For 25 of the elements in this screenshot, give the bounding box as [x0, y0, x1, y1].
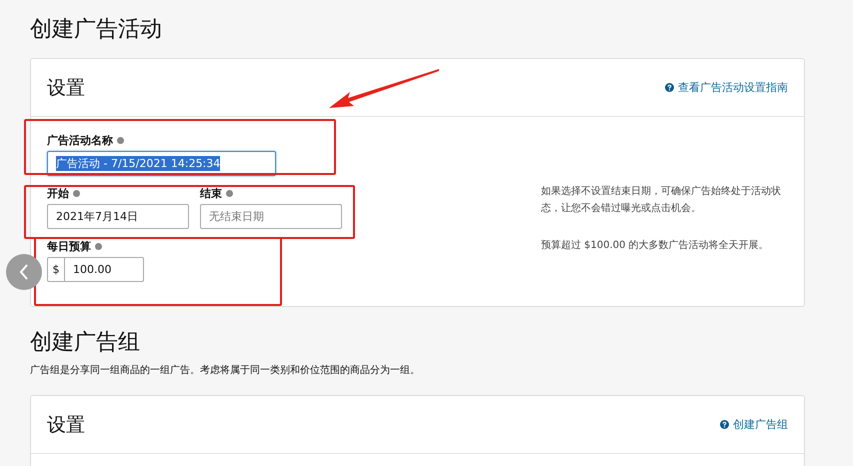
- field-label: 结束: [200, 186, 222, 201]
- card-title: 设置: [47, 76, 85, 100]
- chevron-left-icon: [19, 264, 29, 280]
- card-title: 设置: [47, 412, 85, 438]
- start-date-field[interactable]: 2021年7月14日: [47, 204, 189, 229]
- section-description: 广告组是分享同一组商品的一组广告。考虑将属于同一类别和价位范围的商品分为一组。: [30, 364, 421, 377]
- hint-text: 预算超过 $100.00 的大多数广告活动将全天开展。: [541, 238, 770, 253]
- field-label: 开始: [47, 186, 69, 201]
- budget-field[interactable]: $ 100.00: [47, 257, 144, 282]
- section-title: 创建广告组: [30, 329, 141, 357]
- hint-text: 如果选择不设置结束日期，可确保广告始终处于活动状态，让您不会错过曝光或点击机会。: [541, 184, 782, 216]
- help-icon: [665, 83, 674, 92]
- info-icon: [73, 190, 80, 197]
- info-icon: [117, 137, 124, 144]
- back-button[interactable]: [6, 254, 42, 290]
- field-label: 每日预算: [47, 239, 91, 254]
- info-icon: [95, 243, 102, 250]
- info-icon: [226, 190, 233, 197]
- page-title: 创建广告活动: [30, 16, 163, 44]
- guide-link[interactable]: 查看广告活动设置指南: [665, 80, 788, 95]
- field-label: 广告活动名称: [47, 133, 113, 148]
- help-icon: [720, 420, 729, 429]
- create-ad-group-link[interactable]: 创建广告组: [720, 417, 788, 432]
- end-date-field[interactable]: 无结束日期: [200, 204, 342, 229]
- campaign-name-field[interactable]: 广告活动 - 7/15/2021 14:25:34: [47, 151, 276, 176]
